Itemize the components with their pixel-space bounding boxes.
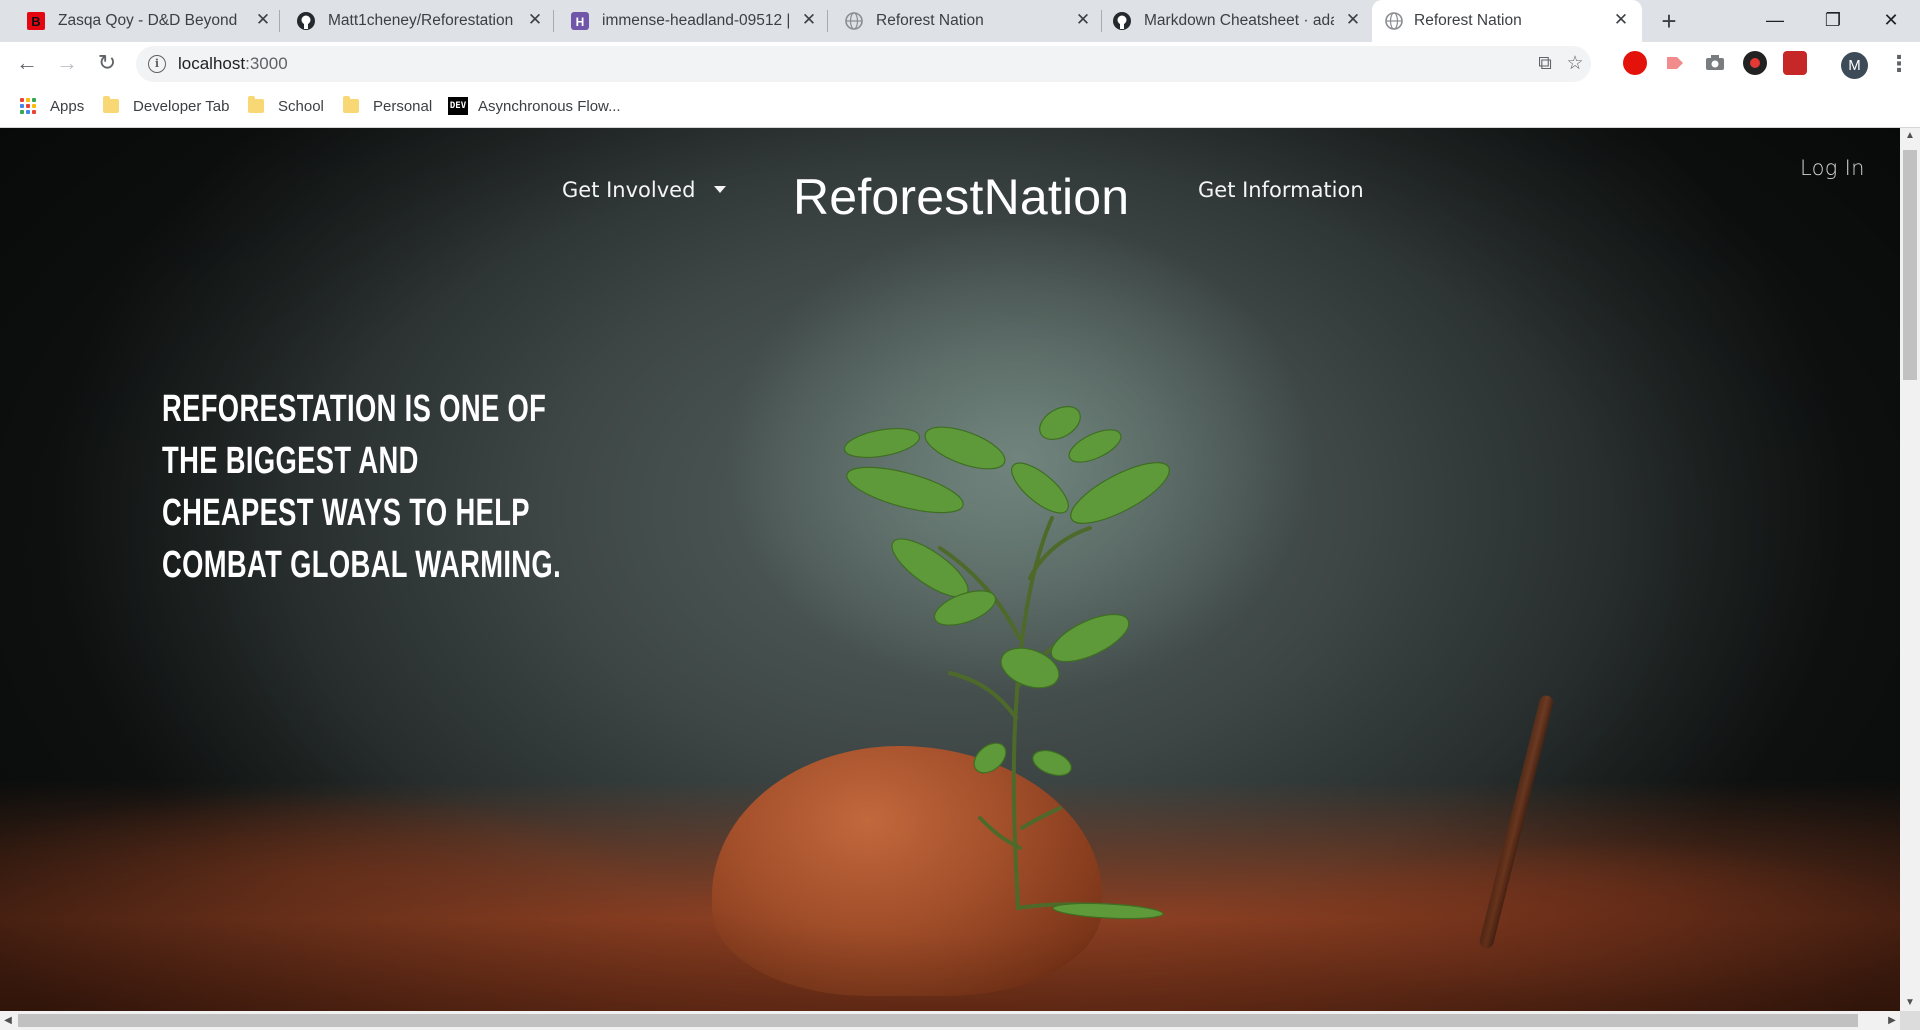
close-tab-icon[interactable]: ✕ [252,9,274,31]
cast-extension-icon[interactable] [1663,51,1687,75]
bookmark-apps[interactable]: Apps [20,85,84,127]
svg-text:B: B [31,14,40,29]
close-tab-icon[interactable]: ✕ [1342,9,1364,31]
tab-github-reforestation[interactable]: Matt1cheney/Reforestation ✕ [280,0,554,42]
bookmark-developer-tab[interactable]: Developer Tab [103,85,229,127]
bookmark-personal[interactable]: Personal [343,85,432,127]
adblock-extension-icon[interactable] [1623,51,1647,75]
tab-strip: B Zasqa Qoy - D&D Beyond ✕ Matt1cheney/R… [0,0,1920,42]
vertical-scrollbar[interactable]: ▲ ▼ [1900,128,1920,1011]
dnd-beyond-icon: B [26,11,46,31]
scroll-thumb[interactable] [1903,150,1917,380]
scroll-down-icon[interactable]: ▼ [1900,995,1920,1011]
caret-down-icon[interactable] [714,186,726,193]
tab-reforest-nation-1[interactable]: Reforest Nation ✕ [828,0,1102,42]
github-icon [296,11,316,31]
back-button[interactable]: ← [12,48,42,78]
folder-icon [103,96,119,113]
restore-button[interactable]: ❐ [1810,0,1856,42]
tab-dnd-beyond[interactable]: B Zasqa Qoy - D&D Beyond ✕ [0,0,280,42]
site-brand[interactable]: ReforestNation [793,168,1129,226]
bookmark-label: Apps [50,97,85,115]
hero-headline: Reforestation is one of the biggest and … [162,388,562,586]
tab-markdown-cheatsheet[interactable]: Markdown Cheatsheet · adam ✕ [1102,0,1372,42]
tab-title: Markdown Cheatsheet · adam [1144,12,1334,29]
record-extension-icon[interactable] [1743,51,1767,75]
close-tab-icon[interactable]: ✕ [1610,9,1632,31]
folder-icon [343,96,359,113]
forward-button[interactable]: → [52,48,82,78]
svg-text:H: H [576,15,585,29]
bookmarks-bar: Apps Developer Tab School Personal DEV A… [0,85,1920,128]
tab-title: Matt1cheney/Reforestation [328,12,514,29]
bookmark-star-icon[interactable]: ☆ [1564,53,1586,75]
profile-avatar[interactable]: M [1841,52,1868,79]
tab-title: Reforest Nation [1414,12,1522,29]
close-window-button[interactable]: ✕ [1868,0,1914,42]
tab-title: Zasqa Qoy - D&D Beyond [58,12,238,29]
nav-get-information[interactable]: Get Information [1198,178,1364,202]
browser-menu-icon[interactable]: ⋮ [1888,51,1910,77]
apps-grid-icon [20,98,36,114]
scroll-up-icon[interactable]: ▲ [1900,128,1920,144]
puzzle-extension-icon[interactable] [1783,51,1807,75]
close-tab-icon[interactable]: ✕ [1072,9,1094,31]
url-port: :3000 [245,54,288,73]
bookmark-label: School [278,97,324,115]
url-host: localhost [178,54,246,73]
dev-icon: DEV [448,97,468,115]
tab-title: Reforest Nation [876,12,984,29]
bookmark-label: Personal [373,97,433,115]
bookmark-label: Asynchronous Flow... [478,97,621,115]
site-info-icon[interactable]: i [148,55,166,73]
scroll-right-icon[interactable]: ▶ [1884,1011,1900,1030]
address-bar[interactable]: i localhost:3000 ⧉ ☆ [136,46,1591,82]
tab-title: immense-headland-09512 | H [602,12,792,29]
scrollbar-corner [1900,1011,1920,1030]
folder-icon [248,96,264,113]
horizontal-scrollbar[interactable]: ◀ ▶ [0,1011,1900,1030]
github-icon [1112,11,1132,31]
login-link[interactable]: Log In [1800,156,1865,180]
tab-heroku[interactable]: H immense-headland-09512 | H ✕ [554,0,828,42]
heroku-icon: H [570,11,590,31]
bookmark-asynchronous-flow[interactable]: DEV Asynchronous Flow... [448,85,621,127]
bookmark-school[interactable]: School [248,85,324,127]
camera-extension-icon[interactable] [1703,51,1727,75]
minimize-button[interactable]: — [1752,0,1798,42]
close-tab-icon[interactable]: ✕ [524,9,546,31]
url-text[interactable]: localhost:3000 [178,54,288,74]
scroll-thumb[interactable] [18,1014,1858,1027]
new-tab-button[interactable]: + [1655,7,1683,35]
close-tab-icon[interactable]: ✕ [798,9,820,31]
bookmark-label: Developer Tab [133,97,230,115]
globe-icon [1384,11,1404,31]
globe-icon [844,11,864,31]
nav-get-involved[interactable]: Get Involved [562,178,695,202]
page-viewport: Log In Get Involved ReforestNation Get I… [0,128,1900,1011]
reload-button[interactable]: ↻ [92,48,122,78]
open-external-icon[interactable]: ⧉ [1534,53,1556,75]
tab-reforest-nation-active[interactable]: Reforest Nation ✕ [1372,0,1642,42]
scroll-left-icon[interactable]: ◀ [0,1011,16,1030]
